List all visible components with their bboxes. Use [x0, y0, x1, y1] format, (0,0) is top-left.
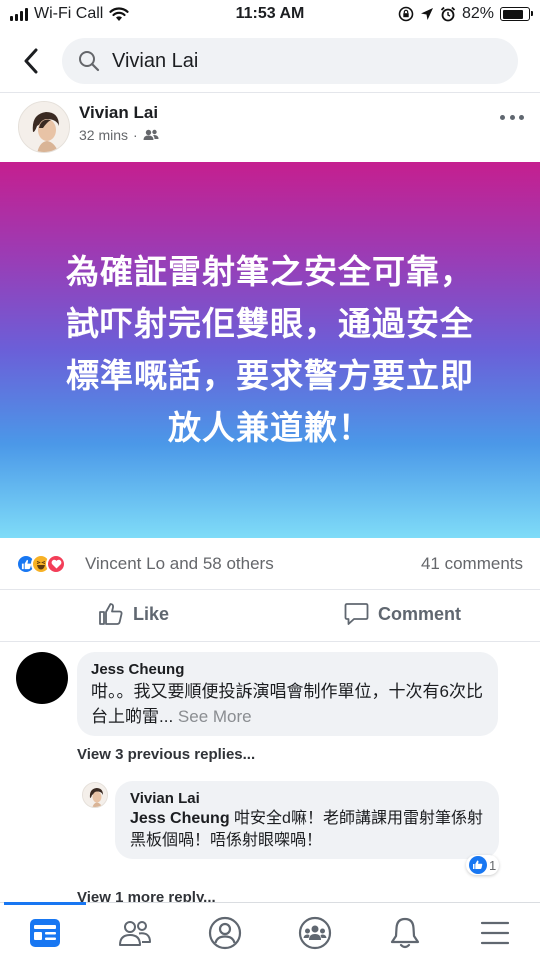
alarm-icon — [440, 6, 456, 22]
reactions-summary: Vincent Lo and 58 others 41 comments — [0, 538, 540, 590]
profile-tab[interactable] — [205, 913, 245, 953]
groups-tab[interactable] — [295, 913, 335, 953]
comment-bubble[interactable]: Jess Cheung 咁。。我又要順便投訴演唱會制作單位，十次有6次比台上啲雷… — [77, 652, 498, 736]
status-bar: Wi-Fi Call 11:53 AM 82% — [0, 0, 540, 30]
profile-icon — [208, 916, 242, 950]
notifications-bell-icon — [390, 917, 420, 949]
search-input[interactable]: Vivian Lai — [62, 38, 518, 84]
news-feed-icon — [30, 919, 60, 947]
like-icon — [99, 603, 123, 625]
friends-audience-icon — [143, 129, 159, 140]
menu-tab[interactable] — [475, 913, 515, 953]
reply-bubble[interactable]: Vivian Lai Jess Cheung 咁安全d嘛！老師講課用雷射筆係射黑… — [115, 781, 499, 859]
like-reaction-icon — [469, 856, 487, 874]
reply-mention[interactable]: Jess Cheung — [130, 810, 230, 827]
see-more-link[interactable]: See More — [178, 707, 252, 726]
comment-label: Comment — [378, 603, 462, 624]
more-options-icon[interactable] — [500, 111, 524, 123]
active-tab-indicator — [4, 902, 86, 905]
reply-text: Jess Cheung 咁安全d嘛！老師講課用雷射筆係射黑板個喎！唔係射眼㗎喎！ — [130, 808, 484, 852]
reply-like-badge[interactable]: 1 — [466, 855, 500, 875]
back-button[interactable] — [14, 44, 48, 78]
post-meta: 32 mins · — [79, 127, 159, 143]
reaction-names[interactable]: Vincent Lo and 58 others — [85, 554, 274, 574]
comments-count[interactable]: 41 comments — [421, 554, 523, 574]
friends-tab[interactable] — [115, 913, 155, 953]
comment-icon — [344, 603, 369, 625]
view-previous-replies[interactable]: View 3 previous replies... — [77, 746, 255, 763]
notifications-tab[interactable] — [385, 913, 425, 953]
post-body-background: 為確証雷射筆之安全可靠，試吓射完佢雙眼，通過安全標準嘅話，要求警方要立即放人兼道… — [0, 162, 540, 538]
like-button[interactable]: Like — [98, 602, 169, 626]
comment-author[interactable]: Jess Cheung — [91, 661, 484, 679]
post-text: 為確証雷射筆之安全可靠，試吓射完佢雙眼，通過安全標準嘅話，要求警方要立即放人兼道… — [66, 253, 474, 446]
battery-percent: 82% — [461, 5, 494, 22]
commenter-avatar[interactable] — [16, 652, 68, 704]
comment-button[interactable]: Comment — [344, 602, 461, 626]
post-author[interactable]: Vivian Lai — [79, 103, 158, 123]
news-feed-tab[interactable] — [25, 913, 65, 953]
location-arrow-icon — [420, 8, 433, 20]
author-avatar[interactable] — [18, 101, 70, 153]
comment-text: 咁。。我又要順便投訴演唱會制作單位，十次有6次比台上啲雷... See More — [91, 679, 484, 729]
groups-icon — [298, 916, 332, 950]
search-header: Vivian Lai — [0, 30, 540, 92]
reply-avatar-portrait — [83, 783, 107, 807]
like-label: Like — [133, 603, 170, 624]
search-query: Vivian Lai — [112, 49, 199, 72]
post-time[interactable]: 32 mins — [79, 127, 128, 143]
love-reaction-icon — [46, 554, 66, 574]
screen-lock-icon — [398, 6, 414, 22]
bottom-navigation — [0, 902, 540, 960]
reply-avatar[interactable] — [82, 782, 108, 808]
reaction-icons[interactable] — [16, 554, 66, 574]
post-header: Vivian Lai 32 mins · — [0, 92, 540, 162]
meta-separator: · — [133, 127, 138, 143]
avatar-portrait — [19, 102, 69, 152]
search-icon — [79, 51, 100, 72]
battery-icon — [500, 7, 533, 21]
friends-icon — [119, 921, 151, 946]
menu-icon — [480, 921, 510, 945]
back-chevron-icon — [24, 48, 38, 74]
view-more-replies[interactable]: View 1 more reply... — [77, 888, 216, 902]
reply-like-count: 1 — [489, 857, 497, 873]
comment-body: 咁。。我又要順便投訴演唱會制作單位，十次有6次比台上啲雷... — [91, 682, 483, 726]
reply-author[interactable]: Vivian Lai — [130, 790, 484, 808]
post-actions: Like Comment — [0, 590, 540, 642]
